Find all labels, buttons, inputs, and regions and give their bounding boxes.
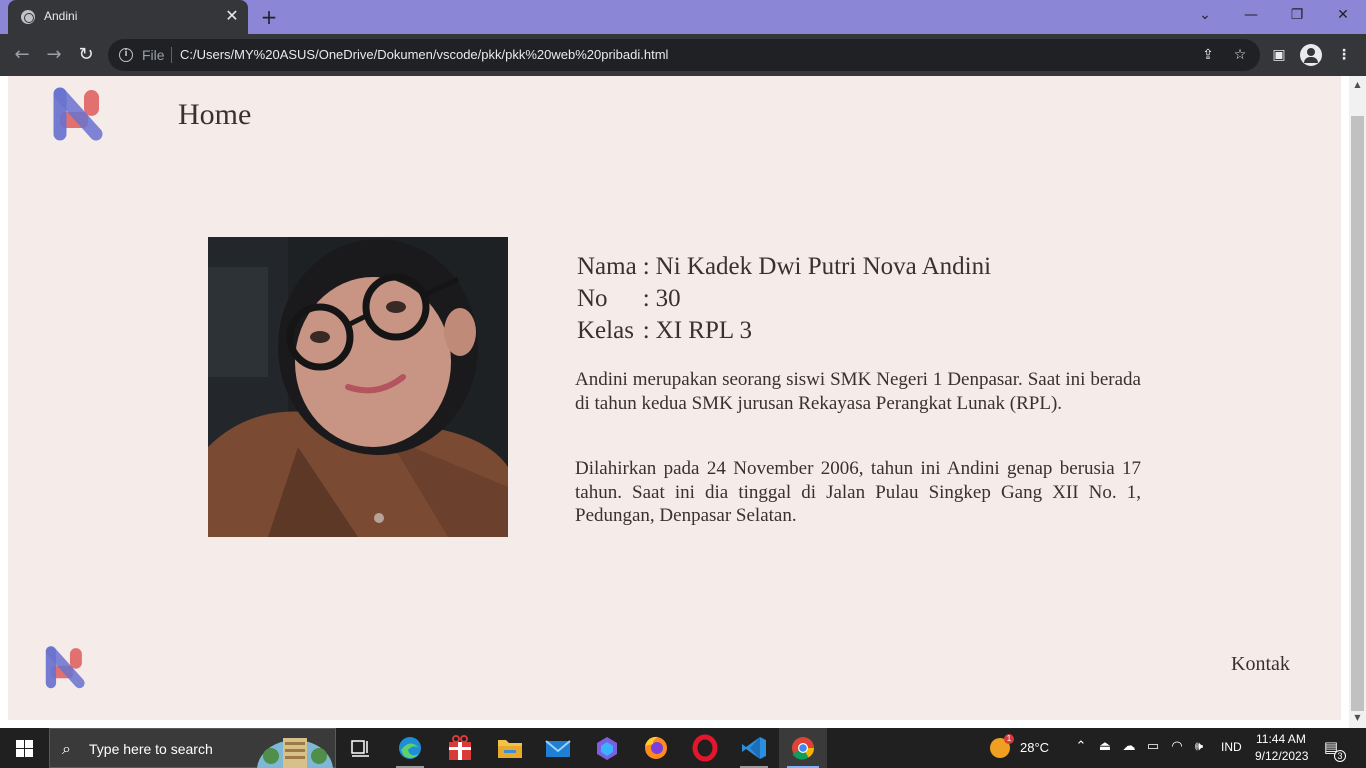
search-highlight-illustration	[257, 738, 333, 768]
kontak-link[interactable]: Kontak	[1231, 653, 1290, 676]
scroll-up-icon[interactable]: ▲	[1349, 80, 1366, 92]
browser-toolbar: ← → ↻ i File C:/Users/MY%20ASUS/OneDrive…	[0, 34, 1366, 76]
back-icon[interactable]: ←	[10, 43, 34, 67]
minimize-button[interactable]: —	[1228, 0, 1274, 30]
vertical-scrollbar[interactable]: ▲ ▼	[1349, 76, 1366, 728]
info-icon[interactable]: i	[119, 48, 133, 62]
web-page: Home Nama : Ni Kadek Dwi Putri Nova Andi…	[8, 76, 1341, 720]
gift-app[interactable]	[436, 728, 484, 768]
reload-icon[interactable]: ↻	[74, 43, 98, 67]
site-logo-icon[interactable]	[50, 86, 108, 144]
bio-paragraph-2: Dilahirkan pada 24 November 2006, tahun …	[575, 458, 1141, 526]
profile-row-kelas: Kelas : XI RPL 3	[574, 315, 994, 347]
close-tab-icon[interactable]: ✕	[222, 6, 242, 26]
windows-logo-icon	[16, 740, 24, 748]
vscode-app[interactable]	[730, 728, 778, 768]
folder-icon	[498, 740, 522, 758]
edge-app[interactable]	[386, 728, 434, 768]
wifi-icon[interactable]: ◠	[1168, 738, 1186, 756]
bio-paragraph-1: Andini merupakan seorang siswi SMK Neger…	[575, 369, 1141, 414]
profile-row-nama: Nama : Ni Kadek Dwi Putri Nova Andini	[574, 251, 994, 283]
url-text[interactable]: C:/Users/MY%20ASUS/OneDrive/Dokumen/vsco…	[180, 47, 668, 62]
clock-time[interactable]: 11:44 AM	[1256, 732, 1306, 746]
mail-app[interactable]	[534, 728, 582, 768]
file-label: File	[142, 47, 165, 63]
page-viewport: Home Nama : Ni Kadek Dwi Putri Nova Andi…	[0, 76, 1366, 728]
battery-icon[interactable]: ▭	[1144, 738, 1162, 756]
task-view-button[interactable]	[336, 728, 384, 768]
forward-icon[interactable]: →	[42, 43, 66, 67]
opera-icon	[692, 734, 718, 762]
windows-taskbar: ⌕ Type here to search 1 28°C ⌃ ⏏ ☁ ▭ ◠ 🕪…	[0, 728, 1366, 768]
menu-icon[interactable]: ⋮	[1333, 44, 1355, 66]
star-icon[interactable]: ☆	[1230, 45, 1250, 65]
separator: :	[642, 253, 650, 280]
edge-icon	[399, 737, 421, 759]
language-indicator[interactable]: IND	[1221, 740, 1242, 754]
weather-temperature[interactable]: 28°C	[1020, 740, 1049, 755]
divider	[171, 47, 172, 63]
firefox-icon	[645, 736, 667, 759]
windows-logo-icon	[25, 740, 33, 748]
separator: :	[642, 317, 650, 344]
close-window-button[interactable]: ✕	[1320, 0, 1366, 30]
weather-badge: 1	[1004, 734, 1014, 744]
gift-icon	[449, 735, 471, 760]
chevron-up-icon[interactable]: ⌃	[1072, 738, 1090, 756]
footer-logo-icon	[45, 646, 85, 689]
profile-row-no: No : 30	[574, 283, 994, 315]
usb-icon[interactable]: ⏏	[1096, 738, 1114, 756]
browser-tab[interactable]: Andini ✕	[8, 0, 248, 34]
separator: :	[642, 285, 650, 312]
clock-date[interactable]: 9/12/2023	[1255, 749, 1308, 763]
chrome-icon	[792, 737, 814, 760]
scroll-thumb[interactable]	[1351, 116, 1364, 711]
value-kelas: XI RPL 3	[655, 317, 752, 344]
tab-title: Andini	[44, 9, 78, 23]
share-icon[interactable]: ⇪	[1198, 45, 1218, 65]
profile-icon[interactable]	[1300, 44, 1322, 66]
search-icon: ⌕	[62, 739, 71, 758]
windows-logo-icon	[25, 749, 33, 757]
tab-strip: Andini ✕ + ⌄ — ❐ ✕	[0, 0, 1366, 34]
onedrive-icon[interactable]: ☁	[1120, 738, 1138, 756]
taskbar-search-box[interactable]: ⌕ Type here to search	[49, 728, 336, 768]
start-button[interactable]	[0, 728, 48, 768]
tab-search-icon[interactable]: ⌄	[1182, 0, 1228, 30]
windows-logo-icon	[16, 749, 24, 757]
label-kelas: Kelas	[577, 317, 634, 344]
value-nama: Ni Kadek Dwi Putri Nova Andini	[655, 253, 992, 280]
vscode-icon	[742, 737, 766, 759]
mail-icon	[545, 740, 571, 757]
value-no: 30	[655, 285, 681, 312]
volume-icon[interactable]: 🕪	[1190, 738, 1208, 756]
task-view-icon	[351, 740, 369, 757]
notification-count: 3	[1334, 750, 1346, 762]
label-no: No	[577, 285, 608, 312]
search-placeholder: Type here to search	[89, 741, 213, 757]
copilot-icon	[597, 737, 617, 760]
restore-button[interactable]: ❐	[1274, 0, 1320, 30]
globe-icon	[21, 10, 35, 24]
new-tab-button[interactable]: +	[258, 6, 280, 28]
firefox-app[interactable]	[632, 728, 680, 768]
side-panel-icon[interactable]: ▣	[1268, 44, 1290, 66]
copilot-app[interactable]	[583, 728, 631, 768]
profile-info-table: Nama : Ni Kadek Dwi Putri Nova Andini No…	[574, 251, 994, 347]
label-nama: Nama	[577, 253, 637, 280]
scroll-down-icon[interactable]: ▼	[1349, 713, 1366, 725]
profile-photo	[208, 237, 508, 537]
chrome-app[interactable]	[779, 728, 827, 768]
address-bar[interactable]: i File C:/Users/MY%20ASUS/OneDrive/Dokum…	[108, 39, 1260, 71]
file-explorer-app[interactable]	[486, 728, 534, 768]
nav-home-link[interactable]: Home	[178, 98, 251, 132]
opera-app[interactable]	[681, 728, 729, 768]
